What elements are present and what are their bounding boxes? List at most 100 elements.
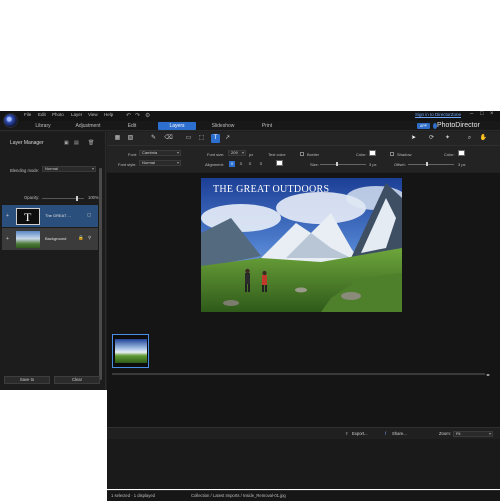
text-color-swatch[interactable]: [276, 160, 283, 166]
alignment-label: Alignment:: [205, 162, 224, 167]
border-size-handle[interactable]: [336, 162, 338, 166]
border-color-swatch[interactable]: [369, 150, 376, 156]
tab-adjustment[interactable]: Adjustment: [72, 122, 104, 130]
layer-visibility-icon[interactable]: ▢: [87, 212, 91, 218]
filmstrip-scrollbar[interactable]: [112, 373, 485, 375]
border-checkbox[interactable]: [300, 152, 304, 156]
rectangle-icon[interactable]: ▭: [184, 134, 193, 143]
font-style-select[interactable]: Normal ▾: [139, 160, 181, 166]
chevron-down-icon: ▾: [176, 150, 179, 155]
settings-icon[interactable]: ⚙: [145, 112, 150, 119]
shadow-checkbox[interactable]: [390, 152, 394, 156]
chevron-down-icon: ▾: [91, 166, 94, 171]
tab-print[interactable]: Print: [254, 122, 280, 130]
panel-title: Layer Manager: [10, 140, 44, 146]
layer-options-icon[interactable]: ⚲: [88, 235, 91, 241]
filmstrip-thumbnail[interactable]: [112, 334, 149, 368]
scroll-arrows-icon[interactable]: ◂▸: [486, 372, 490, 377]
shadow-offset-slider[interactable]: [408, 164, 454, 165]
photo-canvas[interactable]: THE GREAT OUTDOORS: [201, 178, 402, 312]
facebook-icon[interactable]: f: [383, 430, 386, 438]
eraser-icon[interactable]: ⌫: [164, 134, 173, 143]
layer-name: Background: [45, 236, 67, 241]
menu-file[interactable]: File: [24, 112, 31, 117]
opacity-slider-handle[interactable]: [76, 196, 78, 201]
overlay-text[interactable]: THE GREAT OUTDOORS: [213, 184, 329, 195]
menu-photo[interactable]: Photo: [52, 112, 64, 117]
export-button[interactable]: Export...: [350, 430, 368, 438]
status-bar: 1 selected · 1 displayed Collection / La…: [107, 490, 500, 501]
border-color-label: Color:: [356, 152, 367, 157]
undo-icon[interactable]: ↶: [126, 112, 131, 119]
chevron-down-icon: ▾: [488, 431, 491, 436]
export-icon[interactable]: ⇪: [343, 430, 349, 438]
shadow-color-swatch[interactable]: [458, 150, 465, 156]
font-label: Font:: [128, 152, 138, 157]
pointer-icon[interactable]: ➤: [409, 134, 418, 143]
maximize-icon[interactable]: □: [480, 111, 484, 117]
opacity-label: Opacity:: [24, 195, 40, 200]
selection-status: 1 selected · 1 displayed: [111, 493, 155, 498]
hand-icon[interactable]: ✋: [479, 134, 488, 143]
font-size-label: Font size:: [207, 152, 225, 157]
save-to-button[interactable]: Save to: [4, 376, 50, 384]
menu-layer[interactable]: Layer: [71, 112, 82, 117]
layer-row-background[interactable]: + Background 🔒 ⚲: [2, 228, 98, 250]
text-layer-thumbnail: T: [16, 208, 40, 225]
menu-view[interactable]: View: [88, 112, 98, 117]
align-left-icon[interactable]: ≡: [229, 161, 235, 167]
blending-mode-select[interactable]: Normal ▾: [42, 166, 96, 172]
image-icon[interactable]: ▧: [126, 134, 135, 143]
app-badge[interactable]: APP: [417, 123, 430, 129]
font-size-input[interactable]: 209 ▾: [228, 150, 246, 156]
selection-icon[interactable]: ⬚: [197, 134, 206, 143]
menu-help[interactable]: Help: [104, 112, 113, 117]
module-tabs: Library Adjustment Edit Layers Slideshow…: [0, 121, 500, 131]
text-tool-icon[interactable]: T: [211, 134, 220, 143]
magic-wand-icon[interactable]: ✦: [443, 134, 452, 143]
align-justify-icon[interactable]: ≡: [258, 161, 264, 167]
tab-layers[interactable]: Layers: [158, 122, 196, 130]
font-select[interactable]: Cambria ▾: [139, 150, 181, 156]
clear-button[interactable]: Clear: [54, 376, 100, 384]
rotate-icon[interactable]: ⟳: [427, 134, 436, 143]
tab-edit[interactable]: Edit: [118, 122, 146, 130]
minimize-icon[interactable]: –: [470, 111, 473, 117]
zoom-icon[interactable]: ⌕: [465, 134, 474, 143]
font-style-value: Normal: [142, 160, 155, 165]
layer-menu-icon[interactable]: ▤: [74, 140, 79, 146]
menu-edit[interactable]: Edit: [38, 112, 46, 117]
shadow-offset-handle[interactable]: [426, 162, 428, 166]
layer-add-icon[interactable]: ▦: [113, 134, 122, 143]
zoom-label: Zoom:: [439, 431, 451, 436]
share-button[interactable]: Share...: [390, 430, 407, 438]
border-size-value: 3 px: [369, 162, 377, 167]
border-size-label: Size:: [310, 162, 319, 167]
tab-library[interactable]: Library: [28, 122, 58, 130]
zoom-value: Fit: [456, 431, 461, 436]
layer-row-text[interactable]: + T The GREAT ... ▢: [2, 205, 98, 227]
sign-in-link[interactable]: Sign in to DirectorZone: [415, 112, 461, 117]
delete-layer-icon[interactable]: 🗑: [88, 140, 94, 146]
arrow-icon[interactable]: ↗: [223, 134, 232, 143]
expand-icon[interactable]: +: [6, 236, 9, 242]
tab-slideshow[interactable]: Slideshow: [206, 122, 240, 130]
redo-icon[interactable]: ↷: [135, 112, 140, 119]
panel-scrollbar[interactable]: [99, 168, 102, 380]
border-label: Border: [307, 152, 320, 157]
add-layer-icon[interactable]: ▣: [64, 140, 69, 146]
lock-icon[interactable]: 🔒: [78, 235, 84, 241]
border-size-slider[interactable]: [320, 164, 366, 165]
font-value: Cambria: [142, 150, 158, 155]
align-center-icon[interactable]: ≡: [238, 161, 244, 167]
expand-icon[interactable]: +: [6, 213, 9, 219]
align-right-icon[interactable]: ≡: [247, 161, 253, 167]
blending-mode-label: Blending mode:: [10, 168, 40, 173]
zoom-select[interactable]: Fit ▾: [453, 431, 493, 437]
brush-icon[interactable]: ✎: [149, 134, 158, 143]
share-bar: ⇪ Export... f Share... Zoom: Fit ▾: [107, 427, 500, 439]
mountain-photo: [201, 178, 402, 312]
text-color-label: Text color:: [268, 152, 287, 157]
close-icon[interactable]: ×: [490, 111, 494, 117]
text-t-icon: T: [24, 210, 32, 224]
